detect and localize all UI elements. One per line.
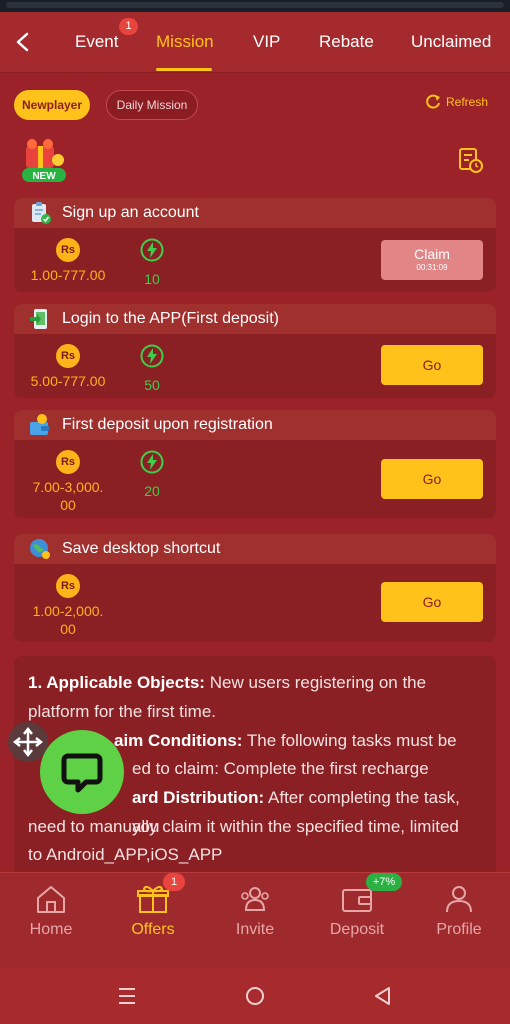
mission-card: Save desktop shortcut Rs 1.00-2,000. 00 … <box>14 534 496 642</box>
globe-shortcut-icon <box>30 539 50 559</box>
back-arrow-icon[interactable] <box>12 30 34 54</box>
nav-profile[interactable]: Profile <box>414 883 504 939</box>
invite-users-icon <box>241 887 269 911</box>
nav-invite[interactable]: Invite <box>210 883 300 939</box>
nav-label: Profile <box>436 921 482 938</box>
cash-amount-cont: 00 <box>60 497 76 513</box>
chat-icon <box>61 753 103 793</box>
rule-line: ed to claim: Complete the first recharge <box>132 759 429 778</box>
go-button[interactable]: Go <box>381 459 483 499</box>
mission-card: Sign up an account Rs 1.00-777.00 10 Cla… <box>14 198 496 292</box>
points-amount: 20 <box>144 483 160 499</box>
nav-label: Offers <box>131 921 175 938</box>
rupee-coin-icon: Rs <box>56 238 80 262</box>
history-icon[interactable] <box>456 146 484 174</box>
lightning-icon <box>140 344 164 368</box>
tab-unclaimed[interactable]: Unclaimed <box>411 32 491 52</box>
nav-deposit[interactable]: Deposit <box>312 883 402 939</box>
newplayer-filter[interactable]: Newplayer <box>14 90 90 120</box>
wallet-coin-icon <box>30 414 49 435</box>
mission-card: First deposit upon registration Rs 7.00-… <box>14 410 496 518</box>
mission-title: First deposit upon registration <box>62 416 273 433</box>
nav-label: Invite <box>235 921 275 938</box>
event-badge: 1 <box>119 18 138 35</box>
tab-vip[interactable]: VIP <box>253 32 280 52</box>
offers-badge: 1 <box>163 873 185 891</box>
lightning-icon <box>140 238 164 262</box>
cash-amount: 7.00-3,000. <box>32 479 104 495</box>
tab-event[interactable]: Event <box>75 32 118 52</box>
nav-label: Deposit <box>329 921 385 938</box>
claim-timer: 00:31:09 <box>416 263 448 272</box>
go-button[interactable]: Go <box>381 345 483 385</box>
rule-line: to Android_APP,iOS_APP <box>28 845 223 864</box>
mission-title: Sign up an account <box>62 204 199 221</box>
cash-amount: 1.00-777.00 <box>30 267 106 283</box>
mission-title: Login to the APP(First deposit) <box>62 310 279 327</box>
cash-reward: Rs 1.00-2,000. 00 <box>24 574 112 638</box>
system-nav-bar <box>0 968 510 1024</box>
refresh-label: Refresh <box>446 95 489 109</box>
status-bar <box>0 0 510 12</box>
tab-mission[interactable]: Mission <box>156 32 214 52</box>
nav-label: Home <box>29 921 73 938</box>
mission-card: Login to the APP(First deposit) Rs 5.00-… <box>14 304 496 398</box>
rule-line: need to manually claim it within the spe… <box>28 817 459 836</box>
cash-amount: 5.00-777.00 <box>30 373 106 389</box>
cash-amount-cont: 00 <box>60 621 76 637</box>
nav-offers[interactable]: Offers <box>108 883 198 939</box>
home-icon <box>37 886 65 913</box>
cash-reward: Rs 7.00-3,000. 00 <box>24 450 112 514</box>
rupee-coin-icon: Rs <box>56 344 80 368</box>
refresh-button[interactable]: Refresh <box>424 93 488 111</box>
points-reward: 10 <box>132 238 172 288</box>
points-amount: 10 <box>144 271 160 287</box>
rule-line: aim Conditions: The following tasks must… <box>114 731 457 750</box>
rupee-coin-icon: Rs <box>56 450 80 474</box>
new-label: NEW <box>32 171 56 182</box>
refresh-icon <box>426 94 440 109</box>
clipboard-icon <box>32 202 51 224</box>
deposit-bonus-badge: +7% <box>366 873 402 891</box>
active-tab-indicator <box>156 68 212 71</box>
cash-reward: Rs 5.00-777.00 <box>28 344 108 390</box>
new-gift-icon: NEW <box>22 139 66 182</box>
tab-rebate[interactable]: Rebate <box>319 32 374 52</box>
rule-line: 1. Applicable Objects: New users registe… <box>28 673 427 692</box>
claim-label: Claim <box>414 246 450 262</box>
back-triangle-icon[interactable] <box>372 985 394 1007</box>
nav-home[interactable]: Home <box>6 883 96 939</box>
phone-app-icon <box>30 309 47 329</box>
cash-amount: 1.00-2,000. <box>32 603 104 619</box>
recent-apps-icon[interactable] <box>116 986 138 1006</box>
daily-mission-filter[interactable]: Daily Mission <box>106 90 198 120</box>
points-reward: 20 <box>132 450 172 500</box>
rule-line: platform for the first time. <box>28 702 216 721</box>
claim-button[interactable]: Claim 00:31:09 <box>381 240 483 280</box>
home-circle-icon[interactable] <box>244 985 266 1007</box>
lightning-icon <box>140 450 164 474</box>
points-amount: 50 <box>144 377 160 393</box>
top-nav: Event 1 Mission VIP Rebate Unclaimed <box>0 12 510 73</box>
bottom-nav: Home Offers 1 Invite Deposit +7% Profile <box>0 872 510 969</box>
cash-reward: Rs 1.00-777.00 <box>28 238 108 284</box>
mission-title: Save desktop shortcut <box>62 540 221 557</box>
chat-support-button[interactable] <box>40 730 124 814</box>
go-button[interactable]: Go <box>381 582 483 622</box>
profile-icon <box>446 886 472 913</box>
rupee-coin-icon: Rs <box>56 574 80 598</box>
points-reward: 50 <box>132 344 172 394</box>
